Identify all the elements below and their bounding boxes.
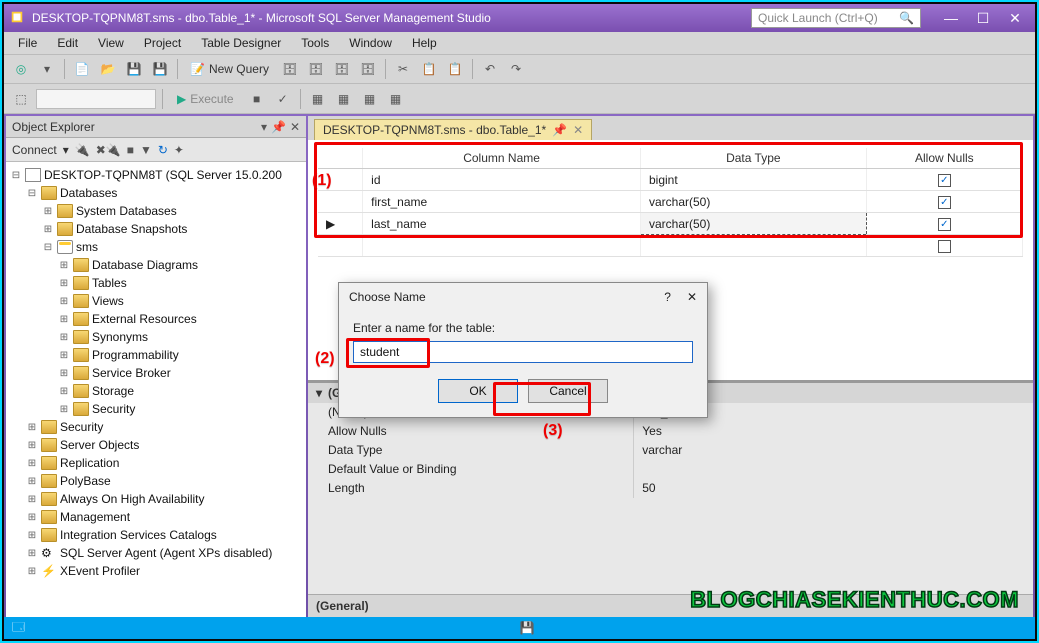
callout-2: (2) [315, 350, 335, 368]
nav-back-button[interactable]: ◎ [10, 58, 32, 80]
active-tab[interactable]: DESKTOP-TQPNM8T.sms - dbo.Table_1* 📌 ✕ [314, 119, 592, 140]
tb-icon-1[interactable]: 🗄 [279, 58, 301, 80]
xevent-icon: ⚡ [41, 564, 57, 578]
oe-dropdown-icon[interactable]: ▾ [261, 120, 267, 134]
minimize-button[interactable]: — [937, 8, 965, 28]
sql-toolbar: ⬚ ▶ Execute ■ ✓ ▦ ▦ ▦ ▦ [4, 84, 1035, 114]
callout-1: (1) [312, 172, 332, 190]
menu-help[interactable]: Help [404, 34, 445, 52]
filter-icon[interactable]: ▼ [140, 143, 152, 157]
window-titlebar: DESKTOP-TQPNM8T.sms - dbo.Table_1* - Mic… [4, 4, 1035, 32]
menu-tools[interactable]: Tools [293, 34, 337, 52]
status-bar: 🗔 💾 [4, 617, 1035, 639]
database-icon [57, 240, 73, 254]
oe-pin-icon[interactable]: 📌 [271, 120, 286, 134]
menu-project[interactable]: Project [136, 34, 189, 52]
tb2-i4[interactable]: ▦ [385, 88, 407, 110]
maximize-button[interactable]: ☐ [969, 8, 997, 28]
search-icon: 🔍 [899, 11, 914, 25]
play-icon: ▶ [177, 92, 186, 106]
cancel-button[interactable]: Cancel [528, 379, 608, 403]
annotation-box-1 [314, 142, 1023, 238]
tab-close-icon[interactable]: ✕ [573, 123, 583, 137]
object-explorer-panel: Object Explorer ▾ 📌 ✕ Connect ▾ 🔌 ✖🔌 ■ ▼… [6, 116, 306, 617]
dialog-close-icon[interactable]: ✕ [687, 290, 697, 304]
dialog-title: Choose Name [349, 290, 426, 304]
dialog-help-icon[interactable]: ? [664, 290, 671, 304]
parse-icon[interactable]: ✓ [272, 88, 294, 110]
table-name-input[interactable] [353, 341, 693, 363]
close-button[interactable]: ✕ [1001, 8, 1029, 28]
prop-row[interactable]: Default Value or Binding [308, 460, 1033, 479]
menu-view[interactable]: View [90, 34, 132, 52]
tb2-i3[interactable]: ▦ [359, 88, 381, 110]
agent-icon: ⚙ [41, 546, 57, 560]
new-query-button[interactable]: 📝 New Query [184, 60, 275, 78]
oe-close-icon[interactable]: ✕ [290, 120, 300, 134]
main-toolbar: ◎ ▾ 📄 📂 💾 💾 📝 New Query 🗄 🗄 🗄 🗄 ✂ 📋 📋 ↶ … [4, 54, 1035, 84]
pin-icon[interactable]: 📌 [552, 123, 567, 137]
tb-icon-4[interactable]: 🗄 [357, 58, 379, 80]
ok-button[interactable]: OK [438, 379, 518, 403]
prop-row[interactable]: Length50 [308, 479, 1033, 498]
cut-icon[interactable]: ✂ [392, 58, 414, 80]
choose-name-dialog: Choose Name ? ✕ Enter a name for the tab… [338, 282, 708, 418]
redo-icon[interactable]: ↷ [505, 58, 527, 80]
folder-icon [41, 186, 57, 200]
collapse-icon[interactable]: ▾ [316, 386, 322, 400]
tb2-icon-1[interactable]: ⬚ [10, 88, 32, 110]
tb2-i1[interactable]: ▦ [307, 88, 329, 110]
prop-row[interactable]: Allow NullsYes [308, 422, 1033, 441]
dropdown-icon[interactable]: ▾ [36, 58, 58, 80]
menu-window[interactable]: Window [341, 34, 400, 52]
stop-filter-icon[interactable]: ■ [127, 143, 134, 157]
execute-button[interactable]: ▶ Execute [169, 90, 242, 108]
watermark: BLOGCHIASEKIENTHUC.COM [690, 587, 1019, 613]
tb-icon-3[interactable]: 🗄 [331, 58, 353, 80]
open-icon[interactable]: 📂 [97, 58, 119, 80]
status-app-icon: 🗔 [12, 618, 25, 639]
stop-icon[interactable]: ■ [246, 88, 268, 110]
prop-row[interactable]: Data Typevarchar [308, 441, 1033, 460]
paste-icon[interactable]: 📋 [444, 58, 466, 80]
new-item-icon[interactable]: 📄 [71, 58, 93, 80]
menu-edit[interactable]: Edit [49, 34, 86, 52]
window-title: DESKTOP-TQPNM8T.sms - dbo.Table_1* - Mic… [32, 11, 743, 25]
menu-table-designer[interactable]: Table Designer [193, 34, 289, 52]
app-icon [10, 10, 24, 27]
status-save-icon: 💾 [520, 621, 535, 635]
save-icon[interactable]: 💾 [123, 58, 145, 80]
dialog-label: Enter a name for the table: [353, 321, 693, 335]
save-all-icon[interactable]: 💾 [149, 58, 171, 80]
oe-more-icon[interactable]: ✦ [174, 143, 184, 157]
refresh-icon[interactable]: ↻ [158, 143, 168, 157]
undo-icon[interactable]: ↶ [479, 58, 501, 80]
callout-3: (3) [543, 422, 563, 440]
menu-file[interactable]: File [10, 34, 45, 52]
menu-bar: File Edit View Project Table Designer To… [4, 32, 1035, 54]
quick-launch-input[interactable]: Quick Launch (Ctrl+Q) 🔍 [751, 8, 921, 28]
oe-title: Object Explorer [12, 120, 95, 134]
disconnect-icon[interactable]: ✖🔌 [96, 143, 121, 157]
tb-icon-2[interactable]: 🗄 [305, 58, 327, 80]
connect-button[interactable]: Connect [12, 143, 57, 157]
new-query-icon: 📝 [190, 62, 205, 76]
oe-tree[interactable]: ⊟DESKTOP-TQPNM8T (SQL Server 15.0.200 ⊟D… [6, 162, 306, 617]
database-combo[interactable] [36, 89, 156, 109]
document-tabs: DESKTOP-TQPNM8T.sms - dbo.Table_1* 📌 ✕ [308, 116, 1033, 140]
server-icon [25, 168, 41, 182]
connector-icon[interactable]: 🔌 [75, 143, 90, 157]
copy-icon[interactable]: 📋 [418, 58, 440, 80]
tb2-i2[interactable]: ▦ [333, 88, 355, 110]
